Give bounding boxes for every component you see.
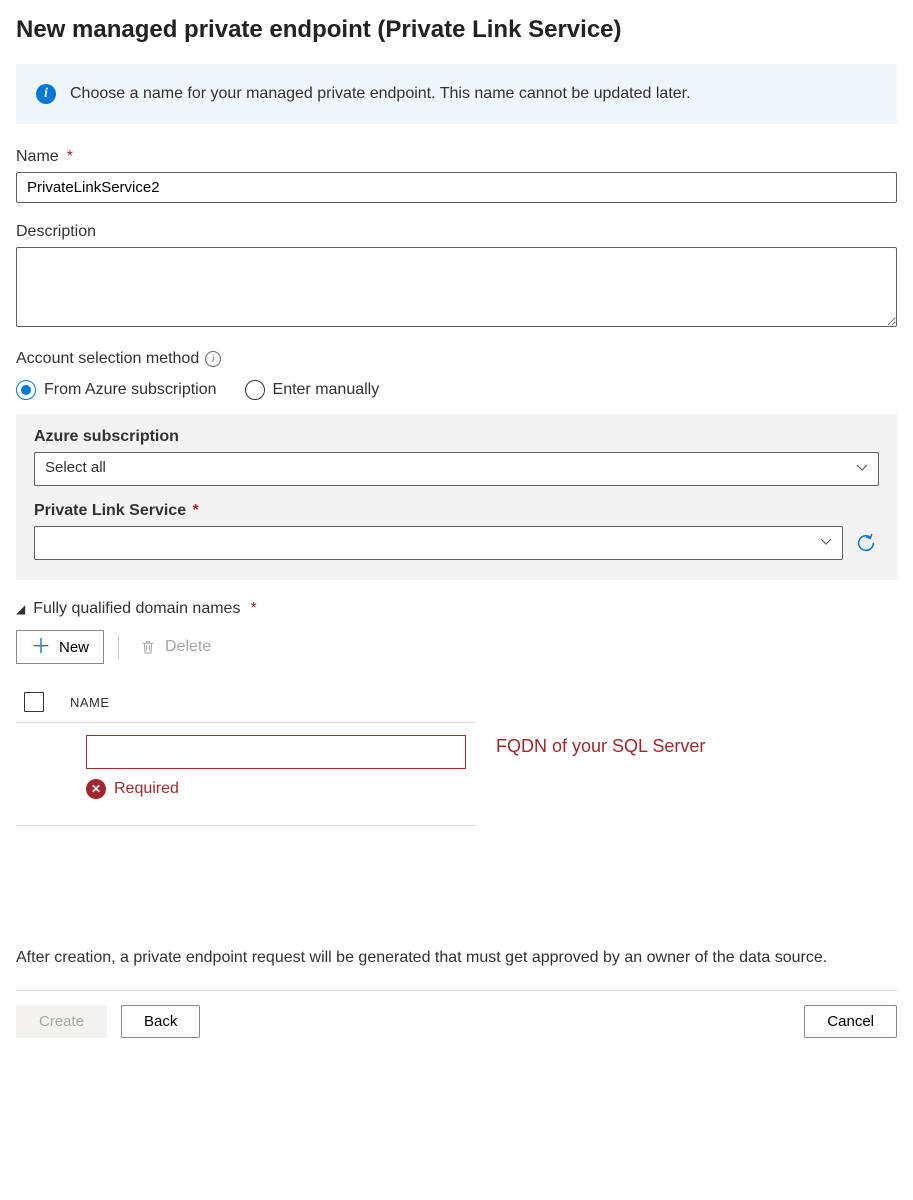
create-button: Create — [16, 1005, 107, 1038]
azure-sub-label: Azure subscription — [34, 428, 879, 446]
name-label: Name* — [16, 148, 897, 166]
azure-sub-dropdown[interactable]: Select all — [34, 452, 879, 486]
info-banner: i Choose a name for your managed private… — [16, 64, 897, 124]
footer-note: After creation, a private endpoint reque… — [16, 946, 897, 991]
delete-button-label: Delete — [165, 638, 211, 656]
radio-from-azure[interactable]: From Azure subscription — [16, 380, 217, 400]
annotation-fqdn: FQDN of your SQL Server — [496, 736, 705, 757]
table-header: NAME — [16, 682, 476, 723]
account-method-label: Account selection method i — [16, 350, 897, 368]
pls-dropdown[interactable] — [34, 526, 843, 560]
description-input[interactable] — [16, 247, 897, 327]
table-row: ✕ Required — [16, 723, 476, 826]
page-title: New managed private endpoint (Private Li… — [16, 16, 897, 44]
error-message: ✕ Required — [86, 779, 468, 799]
new-button[interactable]: ＋ New — [16, 630, 104, 664]
required-star-icon: * — [250, 600, 256, 618]
radio-icon — [16, 380, 36, 400]
fqdn-input[interactable] — [86, 735, 466, 769]
radio-icon — [245, 380, 265, 400]
chevron-down-icon — [856, 461, 868, 478]
select-all-checkbox[interactable] — [24, 692, 44, 712]
info-text: Choose a name for your managed private e… — [70, 82, 691, 106]
error-icon: ✕ — [86, 779, 106, 799]
help-icon[interactable]: i — [205, 351, 221, 367]
column-name: NAME — [70, 695, 110, 710]
pls-label: Private Link Service * — [34, 502, 879, 520]
fqdn-table: NAME ✕ Required — [16, 682, 476, 826]
delete-button: Delete — [133, 636, 217, 658]
trash-icon — [139, 637, 157, 657]
chevron-down-icon — [820, 535, 832, 552]
triangle-collapse-icon: ◢ — [16, 602, 25, 616]
cancel-button[interactable]: Cancel — [804, 1005, 897, 1038]
description-label: Description — [16, 223, 897, 241]
new-button-label: New — [59, 639, 89, 656]
refresh-button[interactable] — [853, 530, 879, 556]
radio-from-azure-label: From Azure subscription — [44, 381, 217, 399]
button-bar: Create Back Cancel — [16, 1005, 897, 1038]
separator — [118, 635, 119, 659]
radio-manual[interactable]: Enter manually — [245, 380, 380, 400]
radio-manual-label: Enter manually — [273, 381, 380, 399]
plus-icon: ＋ — [31, 637, 51, 657]
back-button[interactable]: Back — [121, 1005, 200, 1038]
required-star-icon: * — [67, 148, 73, 166]
info-icon: i — [36, 84, 56, 104]
required-star-icon: * — [188, 502, 199, 519]
fqdn-section-header[interactable]: ◢ Fully qualified domain names * — [16, 600, 897, 618]
name-input[interactable] — [16, 172, 897, 203]
subscription-panel: Azure subscription Select all Private Li… — [16, 414, 897, 580]
